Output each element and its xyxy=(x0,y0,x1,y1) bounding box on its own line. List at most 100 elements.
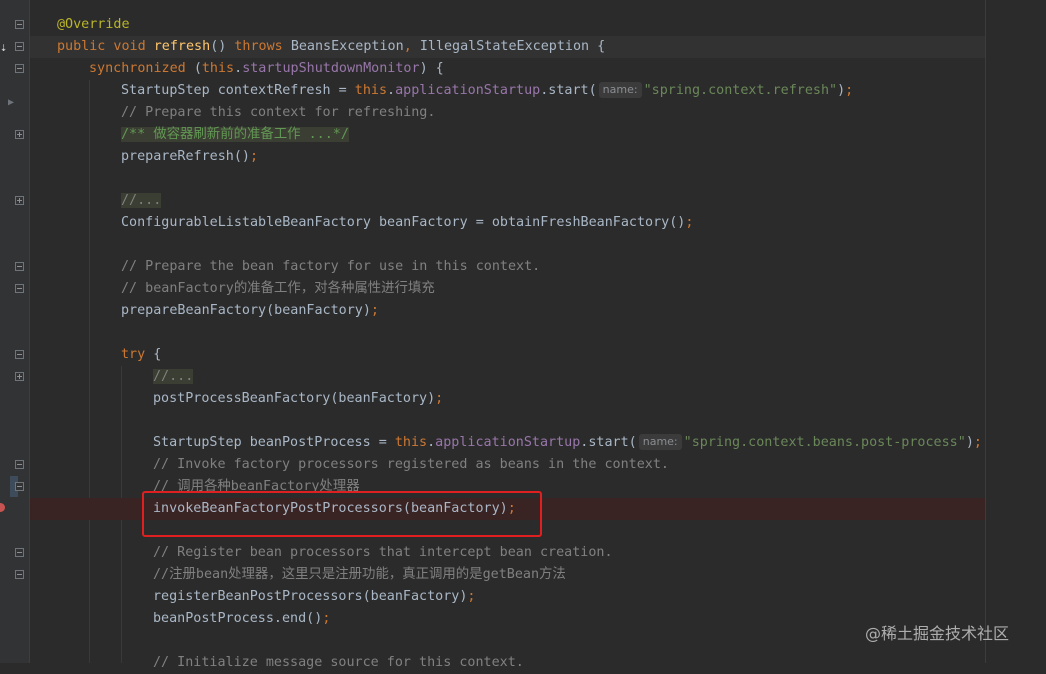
parameter-hint: name: xyxy=(638,434,682,450)
code-line[interactable]: // beanFactory的准备工作，对各种属性进行填充 xyxy=(30,278,985,300)
code-token: prepareRefresh() xyxy=(121,149,250,164)
code-token: @Override xyxy=(57,17,130,32)
code-token: //注册bean处理器，这里只是注册功能，真正调用的是getBean方法 xyxy=(153,567,566,582)
code-token: ) { xyxy=(419,61,444,76)
code-token: /** 做容器刷新前的准备工作 ...*/ xyxy=(121,127,349,142)
code-line[interactable]: registerBeanPostProcessors(beanFactory); xyxy=(30,586,985,608)
code-token: , xyxy=(403,39,420,54)
code-text: //... xyxy=(121,190,162,212)
code-line[interactable]: //注册bean处理器，这里只是注册功能，真正调用的是getBean方法 xyxy=(30,564,985,586)
code-text: // Initialize message source for this co… xyxy=(153,652,524,674)
code-line[interactable]: beanPostProcess.end(); xyxy=(30,608,985,630)
right-margin-guide xyxy=(985,0,986,663)
code-line[interactable]: synchronized (this.startupShutdownMonito… xyxy=(30,58,985,80)
code-line[interactable]: StartupStep contextRefresh = this.applic… xyxy=(30,80,985,102)
code-token: public void xyxy=(57,39,154,54)
code-line[interactable]: postProcessBeanFactory(beanFactory); xyxy=(30,388,985,410)
code-token: StartupStep contextRefresh = xyxy=(121,83,355,98)
code-line[interactable]: // Invoke factory processors registered … xyxy=(30,454,985,476)
code-line[interactable]: //... xyxy=(30,366,985,388)
code-token: StartupStep beanPostProcess = xyxy=(153,435,395,450)
fold-expand-icon[interactable] xyxy=(15,196,24,205)
code-token: ) xyxy=(965,435,974,450)
fold-toggle-icon[interactable] xyxy=(15,482,24,491)
code-text: /** 做容器刷新前的准备工作 ...*/ xyxy=(121,124,349,146)
code-token: ; xyxy=(467,589,476,604)
fold-toggle-icon[interactable] xyxy=(15,548,24,557)
code-token: try xyxy=(121,347,154,362)
code-text: StartupStep beanPostProcess = this.appli… xyxy=(153,432,982,454)
code-token: this xyxy=(201,61,235,76)
code-token: { xyxy=(153,347,162,362)
code-token: ; xyxy=(685,215,694,230)
code-line[interactable]: //... xyxy=(30,190,985,212)
code-token: BeansException xyxy=(290,39,404,54)
code-text: synchronized (this.startupShutdownMonito… xyxy=(89,58,444,80)
fold-toggle-icon[interactable] xyxy=(15,20,24,29)
code-token: //... xyxy=(121,193,162,208)
code-token: postProcessBeanFactory(beanFactory) xyxy=(153,391,436,406)
fold-toggle-icon[interactable] xyxy=(15,262,24,271)
fold-expand-icon[interactable] xyxy=(15,372,24,381)
code-token: // Register bean processors that interce… xyxy=(153,545,613,560)
code-token: // Prepare this context for refreshing. xyxy=(121,105,436,120)
code-token: IllegalStateException { xyxy=(419,39,606,54)
code-line[interactable]: // Initialize message source for this co… xyxy=(30,652,985,674)
code-token: . xyxy=(427,435,436,450)
code-line[interactable]: /** 做容器刷新前的准备工作 ...*/ xyxy=(30,124,985,146)
fold-toggle-icon[interactable] xyxy=(15,284,24,293)
editor-gutter xyxy=(0,0,30,663)
code-token: prepareBeanFactory(beanFactory) xyxy=(121,303,371,318)
code-line[interactable] xyxy=(30,630,985,652)
watermark: @稀土掘金技术社区 xyxy=(865,624,1010,643)
code-line[interactable]: @Override xyxy=(30,14,985,36)
code-line[interactable]: ConfigurableListableBeanFactory beanFact… xyxy=(30,212,985,234)
code-text: //... xyxy=(153,366,194,388)
fold-toggle-icon[interactable] xyxy=(15,42,24,51)
fold-toggle-icon[interactable] xyxy=(15,350,24,359)
code-token: // beanFactory的准备工作，对各种属性进行填充 xyxy=(121,281,435,296)
code-line[interactable]: // Prepare this context for refreshing. xyxy=(30,102,985,124)
code-token: .start( xyxy=(540,83,597,98)
fold-expand-icon[interactable] xyxy=(15,130,24,139)
code-line[interactable]: public void refresh() throws BeansExcept… xyxy=(30,36,985,58)
code-token: beanPostProcess.end() xyxy=(153,611,323,626)
code-text: // Prepare the bean factory for use in t… xyxy=(121,256,540,278)
fold-toggle-icon[interactable] xyxy=(15,64,24,73)
code-token: "spring.context.beans.post-process" xyxy=(683,435,966,450)
code-line[interactable] xyxy=(30,322,985,344)
code-text: try { xyxy=(121,344,161,366)
collapsed-arrow-icon[interactable]: ▶ xyxy=(8,97,14,108)
fold-toggle-icon[interactable] xyxy=(15,570,24,579)
code-token: . xyxy=(234,61,243,76)
code-text: //注册bean处理器，这里只是注册功能，真正调用的是getBean方法 xyxy=(153,564,566,586)
code-line[interactable]: prepareRefresh(); xyxy=(30,146,985,168)
code-line[interactable] xyxy=(30,410,985,432)
code-token: applicationStartup xyxy=(435,435,581,450)
code-line[interactable]: prepareBeanFactory(beanFactory); xyxy=(30,300,985,322)
code-line[interactable]: try { xyxy=(30,344,985,366)
code-line[interactable]: // Prepare the bean factory for use in t… xyxy=(30,256,985,278)
code-token: // Prepare the bean factory for use in t… xyxy=(121,259,541,274)
code-text: @Override xyxy=(57,14,130,36)
code-token: applicationStartup xyxy=(395,83,541,98)
code-token: registerBeanPostProcessors(beanFactory) xyxy=(153,589,468,604)
fold-toggle-icon[interactable] xyxy=(15,460,24,469)
code-line[interactable]: // Register bean processors that interce… xyxy=(30,542,985,564)
code-line[interactable] xyxy=(30,168,985,190)
code-token: startupShutdownMonitor xyxy=(242,61,420,76)
code-token: ; xyxy=(435,391,444,406)
code-token: ; xyxy=(973,435,982,450)
override-method-icon[interactable]: ⇣ xyxy=(0,40,8,54)
code-text: ConfigurableListableBeanFactory beanFact… xyxy=(121,212,693,234)
code-text: // Invoke factory processors registered … xyxy=(153,454,669,476)
code-text: postProcessBeanFactory(beanFactory); xyxy=(153,388,443,410)
code-token: this xyxy=(354,83,388,98)
code-token: this xyxy=(394,435,428,450)
code-line[interactable] xyxy=(30,234,985,256)
code-text: // beanFactory的准备工作，对各种属性进行填充 xyxy=(121,278,435,300)
code-token: refresh xyxy=(153,39,211,54)
code-token: throws xyxy=(234,39,291,54)
code-token: ; xyxy=(845,83,854,98)
code-line[interactable]: StartupStep beanPostProcess = this.appli… xyxy=(30,432,985,454)
